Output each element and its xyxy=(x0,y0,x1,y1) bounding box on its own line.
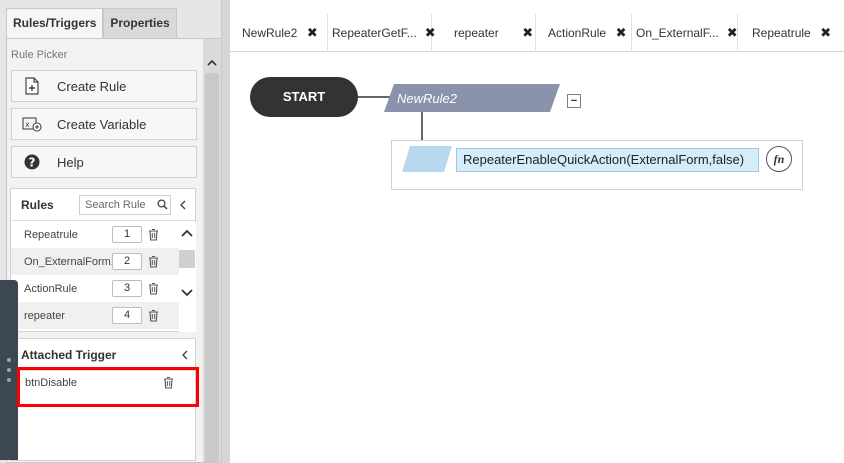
action-shape[interactable] xyxy=(402,146,452,172)
function-button[interactable]: fn xyxy=(766,146,792,172)
collapse-button[interactable]: − xyxy=(567,94,581,108)
flow-connectors xyxy=(358,96,423,142)
action-expression-field[interactable]: RepeaterEnableQuickAction(ExternalForm,f… xyxy=(456,148,759,172)
rule-name-title: NewRule2 xyxy=(397,91,457,106)
start-node[interactable]: START xyxy=(250,77,358,117)
